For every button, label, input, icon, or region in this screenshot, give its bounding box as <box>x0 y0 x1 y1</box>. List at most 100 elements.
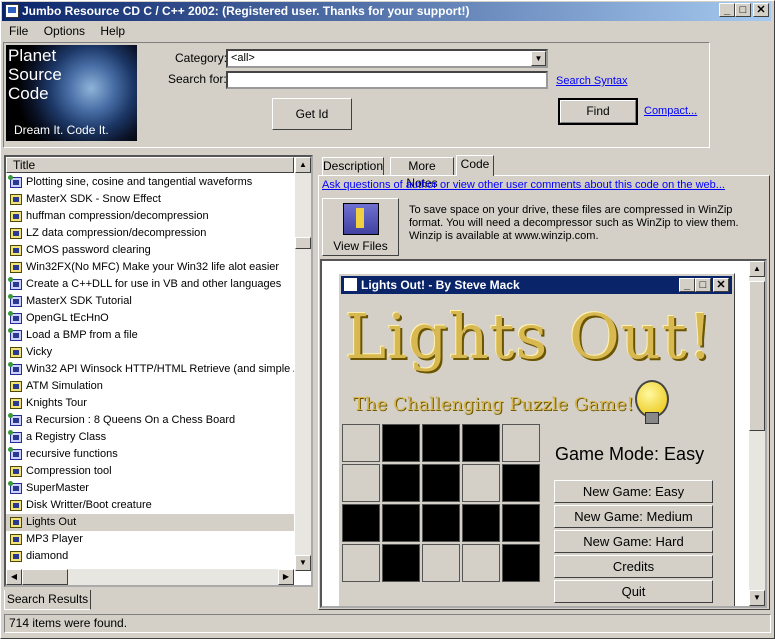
chevron-down-icon[interactable]: ▼ <box>531 51 546 66</box>
multi-language-icon <box>8 277 22 290</box>
board-cell <box>462 424 500 462</box>
board-cell <box>462 504 500 542</box>
results-list[interactable]: Title Plotting sine, cosine and tangenti… <box>4 155 313 587</box>
game-subheading: The Challenging Puzzle Game! <box>353 394 634 415</box>
list-item[interactable]: MasterX SDK Tutorial <box>6 293 294 310</box>
tab-search-results[interactable]: Search Results <box>4 590 91 610</box>
list-item-label: LZ data compression/decompression <box>26 227 207 239</box>
code-icon <box>10 245 22 256</box>
list-item[interactable]: SuperMaster <box>6 480 294 497</box>
search-syntax-link[interactable]: Search Syntax <box>556 75 628 87</box>
list-item-label: Compression tool <box>26 465 112 477</box>
board-cell <box>502 424 540 462</box>
list-item-label: huffman compression/decompression <box>26 210 209 222</box>
code-icon <box>10 551 22 562</box>
compact-link[interactable]: Compact... <box>644 105 697 117</box>
list-item[interactable]: OpenGL tEcHnO <box>6 310 294 327</box>
code-icon <box>10 228 22 239</box>
board-cell <box>502 464 540 502</box>
get-id-button[interactable]: Get Id <box>272 98 352 130</box>
board-cell <box>342 424 380 462</box>
scroll-right-button[interactable]: ▶ <box>278 569 294 585</box>
list-item[interactable]: MP3 Player <box>6 531 294 548</box>
list-item[interactable]: recursive functions <box>6 446 294 463</box>
list-item[interactable]: ATM Simulation <box>6 378 294 395</box>
list-item-label: Lights Out <box>26 516 77 528</box>
viewer-scroll-up-button[interactable]: ▲ <box>749 261 765 277</box>
title-bar[interactable]: Jumbo Resource CD C / C++ 2002: (Registe… <box>2 2 771 21</box>
multi-language-icon <box>8 311 22 324</box>
code-icon <box>10 347 22 358</box>
menu-options[interactable]: Options <box>37 22 90 38</box>
scroll-up-button[interactable]: ▲ <box>295 157 311 173</box>
category-dropdown[interactable]: <all> ▼ <box>226 49 548 68</box>
hscroll-thumb[interactable] <box>22 569 68 585</box>
winzip-note: To save space on your drive, these files… <box>409 204 739 242</box>
scroll-thumb[interactable] <box>295 237 311 249</box>
list-item-label: OpenGL tEcHnO <box>26 312 109 324</box>
comments-link[interactable]: Ask questions of author or view other us… <box>322 179 725 191</box>
menu-file[interactable]: File <box>2 22 33 38</box>
window-title: Jumbo Resource CD C / C++ 2002: (Registe… <box>22 4 470 18</box>
code-icon <box>10 534 22 545</box>
list-item[interactable]: diamond <box>6 548 294 565</box>
list-item[interactable]: huffman compression/decompression <box>6 208 294 225</box>
list-vertical-scrollbar[interactable]: ▲ ▼ <box>295 157 311 571</box>
viewer-scroll-thumb[interactable] <box>749 281 765 431</box>
game-banner: Lights Out! The Challenging Puzzle Game! <box>339 296 734 426</box>
list-item-label: Win32FX(No MFC) Make your Win32 life alo… <box>26 261 280 273</box>
close-button[interactable]: ✕ <box>753 3 769 17</box>
game-heading: Lights Out! <box>345 300 714 373</box>
view-files-button[interactable]: View Files <box>322 198 399 256</box>
minimize-button[interactable]: _ <box>719 3 735 17</box>
list-item[interactable]: Lights Out <box>6 514 294 531</box>
logo-line3: Code <box>8 84 49 103</box>
column-header-title[interactable]: Title <box>6 157 294 173</box>
winzip-icon <box>343 203 379 235</box>
list-item[interactable]: Win32 API Winsock HTTP/HTML Retrieve (an… <box>6 361 294 378</box>
view-files-label: View Files <box>333 239 388 253</box>
menu-help[interactable]: Help <box>93 22 130 38</box>
list-item[interactable]: Plotting sine, cosine and tangential wav… <box>6 174 294 191</box>
list-item[interactable]: Compression tool <box>6 463 294 480</box>
list-item[interactable]: Win32FX(No MFC) Make your Win32 life alo… <box>6 259 294 276</box>
tab-more-notes[interactable]: More Notes <box>390 157 454 190</box>
list-item-label: Disk Writter/Boot creature <box>26 499 152 511</box>
find-label: Find <box>586 104 610 118</box>
game-mode-label: Game Mode: Easy <box>555 444 705 464</box>
list-item[interactable]: Disk Writter/Boot creature <box>6 497 294 514</box>
list-item-label: diamond <box>26 550 69 562</box>
multi-language-icon <box>8 447 22 460</box>
list-item-label: recursive functions <box>26 448 118 460</box>
list-item[interactable]: Knights Tour <box>6 395 294 412</box>
list-item[interactable]: a Recursion : 8 Queens On a Chess Board <box>6 412 294 429</box>
search-input[interactable] <box>226 71 548 89</box>
list-item[interactable]: Load a BMP from a file <box>6 327 294 344</box>
board-cell <box>342 504 380 542</box>
list-item[interactable]: a Registry Class <box>6 429 294 446</box>
viewer-scroll-down-button[interactable]: ▼ <box>749 590 765 606</box>
list-item[interactable]: LZ data compression/decompression <box>6 225 294 242</box>
screenshot-viewer[interactable]: Lights Out! - By Steve Mack _ □ ✕ Lights… <box>320 259 767 608</box>
scroll-left-button[interactable]: ◀ <box>6 569 22 585</box>
list-item[interactable]: MasterX SDK - Snow Effect <box>6 191 294 208</box>
multi-language-icon <box>8 430 22 443</box>
maximize-button[interactable]: □ <box>735 3 751 17</box>
list-horizontal-scrollbar[interactable]: ◀ ▶ <box>6 569 294 585</box>
find-button[interactable]: Find <box>558 98 638 125</box>
quit-button: Quit <box>554 580 713 603</box>
logo-line1: Planet <box>8 46 57 65</box>
tab-code[interactable]: Code <box>456 155 494 176</box>
list-item[interactable]: CMOS password clearing <box>6 242 294 259</box>
viewer-vertical-scrollbar[interactable]: ▲ ▼ <box>749 261 765 606</box>
list-item[interactable]: Create a C++DLL for use in VB and other … <box>6 276 294 293</box>
scroll-down-button[interactable]: ▼ <box>295 555 311 571</box>
list-item-label: Load a BMP from a file <box>26 329 138 341</box>
code-icon <box>10 517 22 528</box>
list-item-label: SuperMaster <box>26 482 89 494</box>
board-cell <box>502 504 540 542</box>
list-item[interactable]: Vicky <box>6 344 294 361</box>
board-cell <box>342 544 380 582</box>
tab-description[interactable]: Description <box>322 157 384 175</box>
list-item-label: Plotting sine, cosine and tangential wav… <box>26 176 253 188</box>
